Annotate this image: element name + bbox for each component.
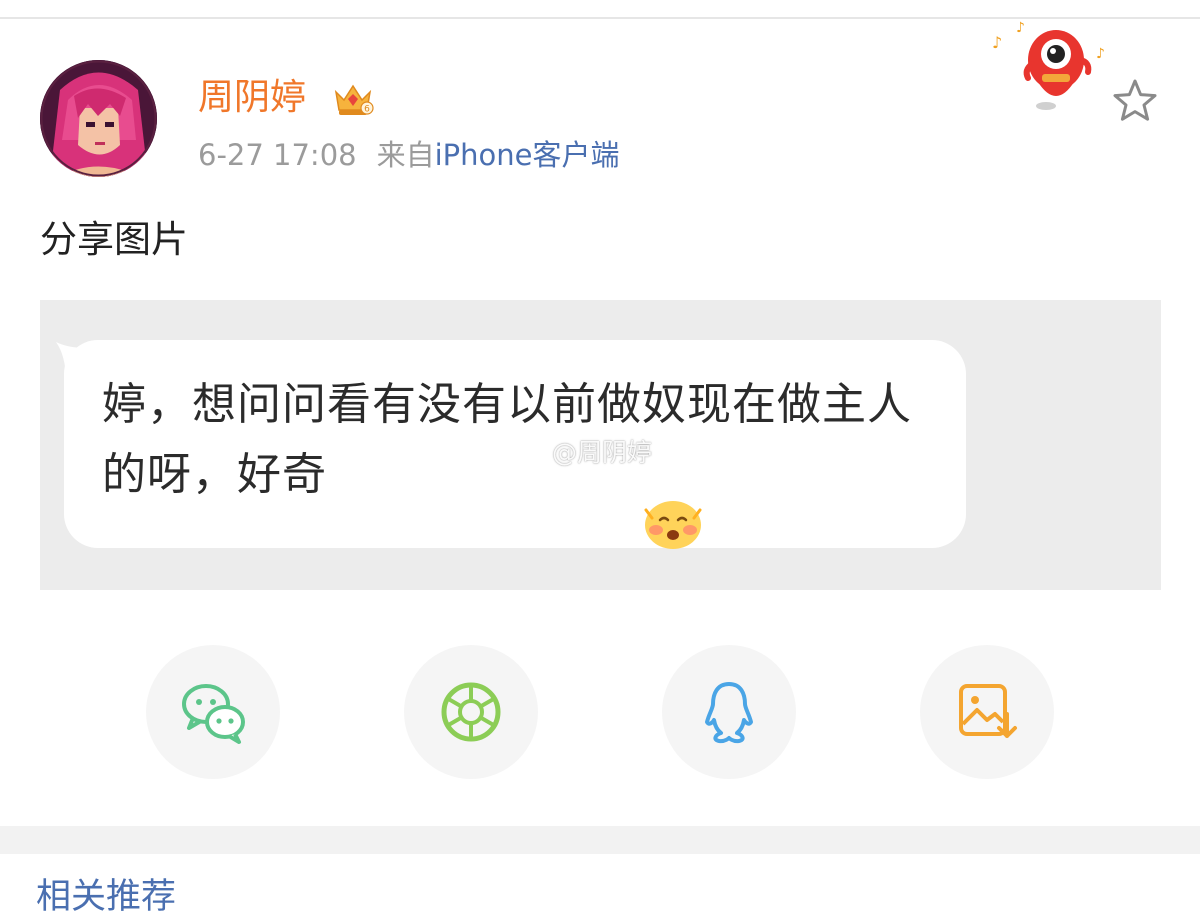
moments-aperture-icon <box>441 682 501 742</box>
svg-text:6: 6 <box>364 105 370 115</box>
chat-bubble: 婷，想问问看有没有以前做奴现在做主人的呀，好奇 <box>64 340 966 550</box>
chat-bubble-tail <box>52 342 86 382</box>
qq-penguin-icon <box>705 682 753 744</box>
image-watermark: @周阴婷 <box>552 438 653 467</box>
weibo-post-page: 周阴婷 6 6-27 17:08 来自iPhone客户端 ♪ ♪ ♪ 分享图片 … <box>0 0 1200 921</box>
share-wechat-button[interactable] <box>146 645 280 779</box>
post-from-label: 来自 <box>376 138 435 172</box>
related-recommendations-title[interactable]: 相关推荐 <box>36 874 176 920</box>
blush-emoji-icon <box>642 498 704 550</box>
author-avatar[interactable] <box>40 60 157 177</box>
post-meta: 6-27 17:08 来自iPhone客户端 <box>198 136 620 174</box>
author-name[interactable]: 周阴婷 <box>198 76 306 120</box>
section-divider <box>0 826 1200 854</box>
post-time: 6-27 17:08 <box>198 138 357 172</box>
wechat-icon <box>182 684 245 744</box>
post-text: 分享图片 <box>40 218 188 261</box>
post-image[interactable]: 婷，想问问看有没有以前做奴现在做主人的呀，好奇 @周阴婷 <box>40 300 1161 590</box>
share-bar <box>0 645 1200 781</box>
music-mascot-icon[interactable]: ♪ ♪ ♪ <box>990 20 1112 112</box>
save-image-button[interactable] <box>920 645 1054 779</box>
share-qq-button[interactable] <box>662 645 796 779</box>
svg-text:♪: ♪ <box>1016 20 1025 36</box>
post-source-link[interactable]: iPhone客户端 <box>435 138 620 172</box>
svg-text:♪: ♪ <box>1096 46 1105 62</box>
save-image-icon <box>959 684 1017 738</box>
top-divider <box>0 17 1200 19</box>
crown-vip-badge-icon[interactable]: 6 <box>332 78 374 118</box>
star-icon <box>1113 79 1157 121</box>
share-moments-button[interactable] <box>404 645 538 779</box>
favorite-star-button[interactable] <box>1110 76 1160 126</box>
chat-bubble-text: 婷，想问问看有没有以前做奴现在做主人的呀，好奇 <box>102 379 912 500</box>
svg-text:♪: ♪ <box>992 33 1002 52</box>
